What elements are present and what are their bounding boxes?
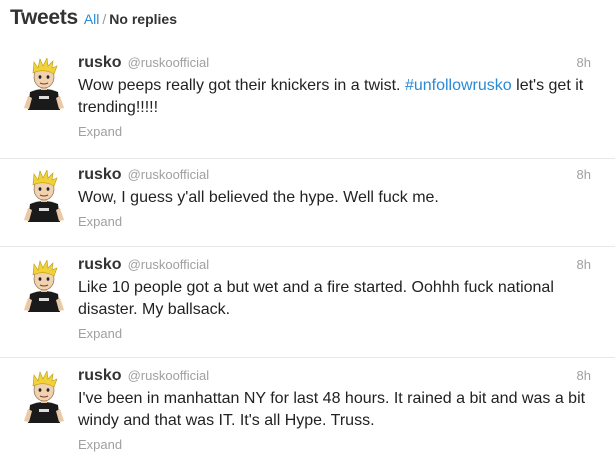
tweet-content: rusko @ruskoofficial 8h I've been in man… [78,367,605,452]
tweet-header: rusko @ruskoofficial 8h [78,256,605,276]
filter-all-link[interactable]: All [84,11,100,27]
tweet-text-part: I've been in manhattan NY for last 48 ho… [78,390,586,429]
avatar[interactable] [20,371,68,423]
tweet-text: Wow peeps really got their knickers in a… [78,75,593,119]
tweet-author-handle[interactable]: @ruskoofficial [128,368,210,383]
tweet-author-handle[interactable]: @ruskoofficial [128,167,210,182]
expand-link[interactable]: Expand [78,124,605,139]
tweet-author-name[interactable]: rusko [78,166,122,184]
tweet-author-handle[interactable]: @ruskoofficial [128,55,210,70]
tweet-text: I've been in manhattan NY for last 48 ho… [78,388,593,432]
tweet-header: rusko @ruskoofficial 8h [78,54,605,74]
tweet-text-part: Like 10 people got a but wet and a fire … [78,279,554,318]
tweet-content: rusko @ruskoofficial 8h Wow, I guess y'a… [78,166,605,229]
tweet-item[interactable]: rusko @ruskoofficial 8h Wow peeps really… [0,54,615,154]
divider [0,357,615,358]
tweet-timestamp[interactable]: 8h [577,55,591,70]
tweet-item[interactable]: rusko @ruskoofficial 8h I've been in man… [0,367,615,461]
tweet-author-handle[interactable]: @ruskoofficial [128,257,210,272]
tweet-content: rusko @ruskoofficial 8h Like 10 people g… [78,256,605,341]
tweet-author-name[interactable]: rusko [78,367,122,385]
avatar[interactable] [20,58,68,110]
tweet-header: rusko @ruskoofficial 8h [78,367,605,387]
tweet-timestamp[interactable]: 8h [577,368,591,383]
expand-link[interactable]: Expand [78,326,605,341]
tweet-text-part: Wow peeps really got their knickers in a… [78,77,405,94]
divider [0,158,615,159]
filter-no-replies-link[interactable]: No replies [109,11,177,27]
timeline-header: Tweets All / No replies [10,6,177,36]
avatar[interactable] [20,260,68,312]
expand-link[interactable]: Expand [78,437,605,452]
tweet-header: rusko @ruskoofficial 8h [78,166,605,186]
tweet-author-name[interactable]: rusko [78,256,122,274]
filter-links: All / No replies [84,11,177,27]
tweet-item[interactable]: rusko @ruskoofficial 8h Wow, I guess y'a… [0,166,615,246]
expand-link[interactable]: Expand [78,214,605,229]
hashtag-link[interactable]: #unfollowrusko [405,77,512,94]
avatar[interactable] [20,170,68,222]
tweet-item[interactable]: rusko @ruskoofficial 8h Like 10 people g… [0,256,615,356]
filter-separator: / [102,11,107,27]
tweet-timestamp[interactable]: 8h [577,167,591,182]
divider [0,246,615,247]
tweet-text: Wow, I guess y'all believed the hype. We… [78,187,593,209]
tweet-timestamp[interactable]: 8h [577,257,591,272]
page-title: Tweets [10,6,78,29]
tweet-content: rusko @ruskoofficial 8h Wow peeps really… [78,54,605,139]
tweet-text: Like 10 people got a but wet and a fire … [78,277,593,321]
tweet-text-part: Wow, I guess y'all believed the hype. We… [78,189,439,206]
tweet-author-name[interactable]: rusko [78,54,122,72]
